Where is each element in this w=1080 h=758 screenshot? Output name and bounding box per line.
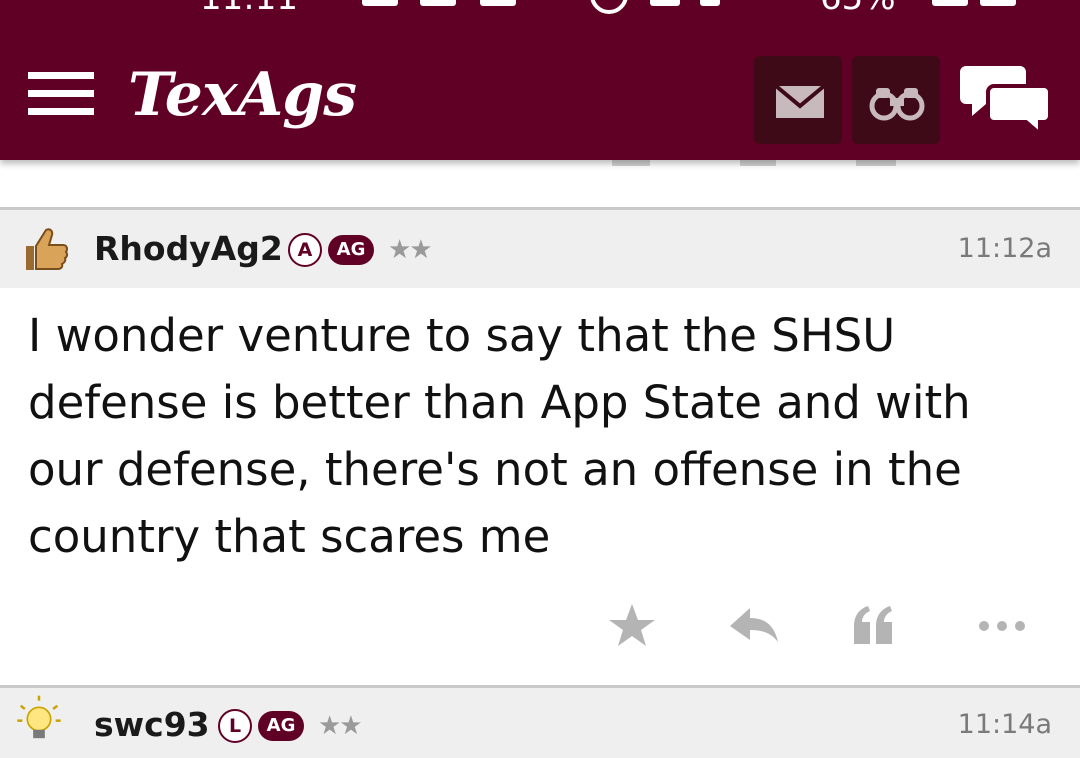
more-icon [979, 621, 1025, 631]
reply-button[interactable] [724, 598, 784, 654]
status-bar: 11:11 65% [0, 0, 1080, 16]
quote-icon [856, 160, 896, 166]
user-badge-tag: AG [258, 711, 304, 741]
quote-button[interactable] [846, 598, 906, 654]
previous-post-actions [0, 160, 1080, 208]
star-button[interactable] [602, 598, 662, 654]
more-button[interactable] [972, 598, 1032, 654]
chat-button[interactable] [960, 60, 1052, 139]
thumbs-up-icon [26, 228, 69, 270]
user-stars: ★★ [318, 711, 363, 741]
signal-icon [700, 0, 720, 6]
star-icon [609, 604, 655, 646]
notification-icon [362, 0, 398, 6]
app-header: TexAgs [0, 16, 1080, 160]
post-body: I wonder venture to say that the SHSU de… [28, 309, 971, 563]
mail-button[interactable] [754, 56, 842, 144]
chat-icon [960, 66, 1052, 139]
battery-percent: 65% [820, 0, 896, 16]
user-badge-tag: AG [328, 235, 374, 265]
post-actions [0, 598, 1080, 658]
reply-icon [730, 608, 778, 642]
star-icon [612, 160, 650, 166]
notification-icon [480, 0, 516, 6]
battery-icon [980, 0, 1016, 6]
post-header: RhodyAg2 A AG ★★ 11:12a [0, 210, 1080, 288]
user-badge-letter: A [288, 233, 322, 267]
mail-icon [774, 84, 826, 118]
reply-icon [740, 160, 776, 166]
quote-icon [854, 606, 892, 644]
binoculars-icon [869, 88, 925, 121]
post-time: 11:12a [957, 233, 1052, 264]
user-stars: ★★ [388, 235, 433, 265]
watchlist-button[interactable] [852, 56, 940, 144]
lightbulb-icon [17, 695, 61, 739]
post-time: 11:14a [957, 709, 1052, 740]
battery-icon [932, 0, 968, 6]
post-username[interactable]: RhodyAg2 [94, 229, 283, 269]
notification-icon [420, 0, 456, 6]
app-logo[interactable]: TexAgs [128, 60, 357, 130]
status-time: 11:11 [200, 0, 298, 16]
alarm-icon [590, 0, 628, 14]
post-header: swc93 L AG ★★ 11:14a [0, 688, 1080, 758]
user-badge-letter: L [218, 709, 252, 743]
signal-icon [650, 0, 680, 6]
post-username[interactable]: swc93 [94, 705, 210, 745]
menu-icon[interactable] [28, 72, 94, 116]
